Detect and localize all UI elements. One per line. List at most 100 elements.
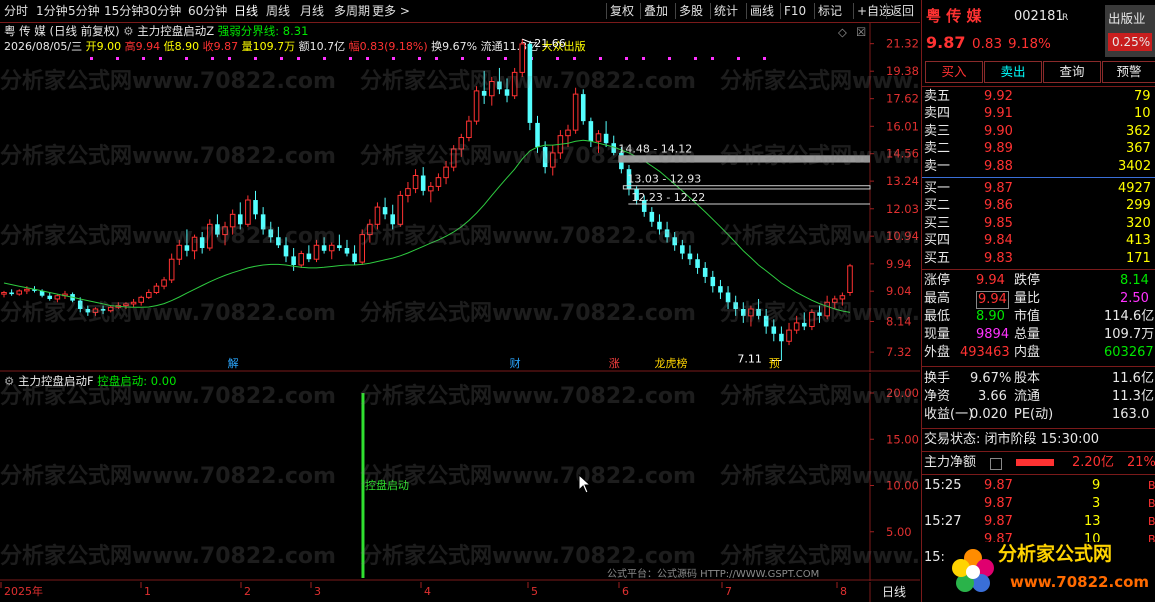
divider: [922, 86, 1155, 87]
min-price-label: 7.11: [737, 353, 762, 366]
tick-time: 15:: [924, 550, 945, 565]
candle-body: [771, 326, 777, 334]
strength-line: [3, 139, 851, 313]
toolbar-action-6[interactable]: 标记: [818, 3, 842, 19]
ask-price[interactable]: 9.90: [984, 124, 1013, 140]
candle-body: [229, 213, 236, 228]
candle-body: [390, 214, 395, 225]
buy-button[interactable]: 买入: [925, 61, 983, 83]
period-tab-4[interactable]: 30分钟: [142, 3, 181, 19]
toolbar-action-2[interactable]: 多股: [679, 3, 703, 19]
period-tab-10[interactable]: 更多 >: [372, 3, 410, 19]
candle-body: [793, 322, 800, 331]
toolbar-action-1[interactable]: 叠加: [644, 3, 668, 19]
bid-price[interactable]: 9.87: [984, 181, 1013, 197]
candle-body: [809, 311, 815, 327]
period-tab-1[interactable]: 1分钟: [36, 3, 68, 19]
sub-tick-label: 10.00: [886, 479, 919, 493]
period-tab-0[interactable]: 分时: [4, 3, 28, 19]
toolbar-action-5[interactable]: F10: [784, 3, 806, 19]
bid-price[interactable]: 9.84: [984, 233, 1013, 249]
period-label[interactable]: 日线: [882, 585, 906, 599]
event-marker[interactable]: 预: [769, 357, 780, 370]
ask-volume: 367: [1126, 141, 1151, 157]
toolbar-separator: [853, 3, 854, 19]
kline-chart[interactable]: 21.32 19.38 17.62 16.01 14.56 13.24 12.03 10.94…: [0, 22, 920, 372]
ask-price[interactable]: 9.88: [984, 159, 1013, 175]
candle-body: [504, 89, 510, 96]
tick-price: 9.87: [984, 496, 1013, 511]
period-tab-8[interactable]: 月线: [300, 3, 324, 19]
gap-zone-label: 14.48 - 14.12: [618, 142, 692, 155]
ask-label: 卖四: [924, 106, 951, 122]
signal-dot: [642, 57, 645, 60]
ask-price[interactable]: 9.89: [984, 141, 1013, 157]
event-marker[interactable]: 解: [228, 356, 239, 370]
period-tab-6[interactable]: 日线: [234, 3, 258, 19]
candle-body: [54, 295, 61, 300]
max-pointer: [522, 38, 533, 44]
signal-dot: [694, 57, 697, 60]
logo-url: www.70822.com: [1010, 573, 1150, 591]
signal-dot: [599, 57, 602, 60]
sell-button[interactable]: 卖出: [984, 61, 1042, 83]
stat-value: 8.14: [1120, 273, 1149, 288]
gap-zone-label: 13.03 - 12.93: [627, 173, 701, 186]
candle-body: [542, 147, 548, 168]
candle-body: [817, 312, 822, 316]
signal-dot: [461, 57, 464, 60]
price-tick-label: 10.94: [886, 229, 919, 243]
period-tab-5[interactable]: 60分钟: [188, 3, 227, 19]
tick-price: 9.87: [984, 514, 1013, 529]
toolbar-action-8[interactable]: 返回: [890, 3, 914, 19]
toolbar-action-3[interactable]: 统计: [714, 3, 738, 19]
time-tick-label: 1: [144, 585, 151, 598]
bid-price[interactable]: 9.86: [984, 198, 1013, 214]
candle-body: [786, 329, 792, 342]
signal-dot: [435, 57, 438, 60]
bid-volume: 4927: [1118, 181, 1152, 196]
bid-price[interactable]: 9.83: [984, 251, 1013, 267]
list-icon[interactable]: [990, 458, 1002, 470]
candle-body: [237, 214, 243, 225]
sub-settings-icon[interactable]: ⚙: [4, 374, 14, 388]
candle-body: [725, 292, 731, 303]
candle-body: [649, 211, 655, 222]
ask-label: 卖三: [924, 123, 951, 139]
period-tab-3[interactable]: 15分钟: [104, 3, 143, 19]
candle-body: [176, 244, 183, 260]
candle-body: [222, 226, 228, 236]
sub-indicator-name[interactable]: 主力控盘启动F: [18, 374, 94, 388]
toolbar-action-0[interactable]: 复权: [610, 3, 634, 19]
bid-volume: 171: [1126, 250, 1151, 266]
alert-button[interactable]: 预警: [1102, 61, 1155, 83]
stat-label: 净资: [924, 389, 951, 404]
event-marker[interactable]: 龙虎榜: [654, 356, 687, 370]
net-flow-label: 主力净额: [924, 455, 977, 470]
candle-body: [253, 200, 258, 215]
candle-body: [138, 296, 144, 303]
ask-price[interactable]: 9.92: [984, 89, 1013, 105]
sector-box[interactable]: 出版业 0.25%: [1105, 5, 1155, 57]
bid-price[interactable]: 9.85: [984, 216, 1013, 232]
candle-body: [839, 295, 846, 300]
stat-label: 涨停: [924, 273, 951, 288]
candle-body: [276, 237, 281, 246]
ask-volume: 79: [1134, 89, 1151, 104]
candle-body: [710, 276, 716, 287]
indicator-subchart[interactable]: 20.00 15.00 10.00 5.00 控盘启动: [0, 373, 920, 581]
stat-value: 11.6亿: [1112, 371, 1154, 386]
period-tab-9[interactable]: 多周期: [334, 3, 370, 19]
query-button[interactable]: 查询: [1043, 61, 1101, 83]
event-marker[interactable]: 涨: [609, 357, 620, 370]
period-tab-2[interactable]: 5分钟: [68, 3, 100, 19]
candle-body: [527, 43, 533, 123]
toolbar-action-4[interactable]: 画线: [750, 3, 774, 19]
tick-direction: B: [1148, 479, 1155, 492]
signal-dot: [366, 57, 369, 60]
event-marker[interactable]: 财: [510, 356, 521, 370]
period-tab-7[interactable]: 周线: [266, 3, 290, 19]
candle-body: [824, 301, 830, 317]
time-tick-label: 4: [424, 585, 431, 598]
ask-price[interactable]: 9.91: [984, 106, 1013, 122]
